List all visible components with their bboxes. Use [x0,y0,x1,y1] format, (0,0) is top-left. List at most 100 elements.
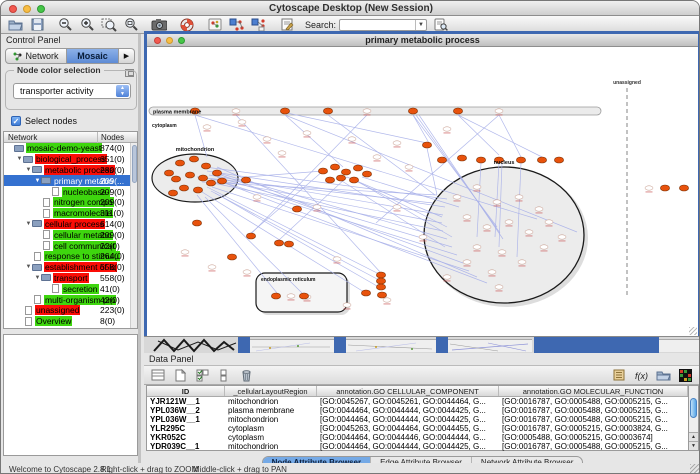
vizmapper-icon[interactable] [207,17,223,32]
graph-node-highlighted[interactable] [171,176,180,182]
search-dropdown-icon[interactable]: ▼ [415,20,426,30]
network-canvas[interactable]: plasma membrane cytoplasm mitochondrion … [147,47,698,335]
graph-node-highlighted[interactable] [217,178,226,184]
tree-expander-icon[interactable]: ▼ [34,275,41,281]
graph-node-unselected[interactable] [303,131,311,135]
graph-edge[interactable] [287,113,427,143]
graph-node-highlighted[interactable] [241,177,250,183]
attribute-table-icon[interactable] [150,368,166,383]
graph-node-highlighted[interactable] [292,206,301,212]
graph-node-highlighted[interactable] [318,168,327,174]
table-row[interactable]: YLR295Ccytoplasm[GO:0045263, GO:0044464,… [147,424,688,433]
graph-node-highlighted[interactable] [376,284,385,290]
tab-mosaic[interactable]: Mosaic [67,48,119,64]
tree-expander-icon[interactable]: ▼ [25,221,32,227]
graph-node-unselected[interactable] [181,250,189,254]
graph-node-highlighted[interactable] [660,185,669,191]
table-scrollbar-thumb[interactable] [690,398,697,418]
graph-edge[interactable] [251,171,323,233]
graph-node-highlighted[interactable] [476,157,485,163]
table-row[interactable]: YDR039C__1mitochondrion[GO:0044464, GO:0… [147,442,688,451]
snapshot-icon[interactable] [151,17,167,32]
help-icon[interactable] [179,17,195,32]
open-file-icon[interactable] [7,17,23,32]
graph-node-unselected[interactable] [263,137,271,141]
background-window-sliver[interactable] [448,339,532,352]
graph-node-highlighted[interactable] [175,160,184,166]
network-tree-row[interactable]: mosaic-demo-yeast874(0) [4,143,137,154]
background-window-sliver[interactable] [346,339,436,352]
zoom-fit-content-icon[interactable] [123,17,139,32]
graph-node-highlighted[interactable] [376,272,385,278]
select-attributes-icon[interactable] [194,368,210,383]
graph-edge[interactable] [458,115,499,155]
attribute-matrix-icon[interactable] [677,368,693,383]
network-tree-row[interactable]: unassigned223(0) [4,305,137,316]
function-builder-icon[interactable]: f(x) [633,368,649,383]
tree-expander-icon[interactable]: ▼ [25,264,32,270]
graph-node-unselected[interactable] [645,186,653,190]
network-tree-row[interactable]: ▼transport558(0) [4,273,137,284]
graph-node-unselected[interactable] [498,250,506,254]
graph-node-highlighted[interactable] [189,156,198,162]
import-attributes-icon[interactable] [655,368,671,383]
apply-layout-icon[interactable] [229,17,245,32]
zoom-in-icon[interactable] [79,17,95,32]
graph-node-unselected[interactable] [463,215,471,219]
graph-edge[interactable] [202,182,437,195]
graph-node-unselected[interactable] [525,230,533,234]
graph-node-highlighted[interactable] [201,163,210,169]
graph-node-unselected[interactable] [473,245,481,249]
attribute-editor-icon[interactable] [611,368,627,383]
scroll-up-icon[interactable]: ▲ [689,432,698,441]
network-tree-row[interactable]: multi-organism pro42(0) [4,294,137,305]
annotation-icon[interactable] [279,17,295,32]
graph-node-unselected[interactable] [419,235,427,239]
network-tree-row[interactable]: Overview8(0) [4,316,137,327]
apply-layout-alt-icon[interactable] [251,17,267,32]
graph-node-highlighted[interactable] [554,157,563,163]
graph-node-unselected[interactable] [253,195,261,199]
graph-edge[interactable] [195,115,537,219]
graph-edge[interactable] [458,115,542,157]
graph-node-highlighted[interactable] [192,220,201,226]
table-row[interactable]: YJR121W__1mitochondrion[GO:0045267, GO:0… [147,397,688,406]
graph-node-highlighted[interactable] [516,157,525,163]
table-column-header[interactable]: annotation.GO MOLECULAR_FUNCTION [499,386,688,396]
graph-node-unselected[interactable] [495,109,503,113]
graph-node-highlighted[interactable] [353,165,362,171]
view-resize-grip[interactable] [689,327,697,335]
background-window-edge[interactable] [334,337,346,354]
graph-node-unselected[interactable] [473,185,481,189]
save-session-icon[interactable] [29,17,45,32]
network-view-titlebar[interactable]: primary metabolic process [147,34,698,47]
graph-node-unselected[interactable] [287,294,295,298]
table-column-header[interactable]: _cellularLayoutRegion [225,386,317,396]
zoom-selected-region-icon[interactable] [101,17,117,32]
graph-node-unselected[interactable] [495,285,503,289]
graph-node-highlighted[interactable] [206,180,215,186]
graph-node-unselected[interactable] [393,205,401,209]
graph-node-highlighted[interactable] [362,171,371,177]
graph-node-unselected[interactable] [232,109,240,113]
background-window-edge[interactable] [436,337,448,354]
graph-edge[interactable] [499,115,521,157]
graph-node-highlighted[interactable] [274,240,283,246]
graph-node-highlighted[interactable] [168,190,177,196]
advanced-search-icon[interactable] [433,17,449,32]
graph-node-highlighted[interactable] [376,278,385,284]
graph-node-highlighted[interactable] [246,233,255,239]
zoom-out-icon[interactable] [57,17,73,32]
select-nodes-checkbox[interactable]: ✓ [11,116,21,126]
graph-node-highlighted[interactable] [185,172,194,178]
graph-node-highlighted[interactable] [408,108,417,114]
network-tree-row[interactable]: ▼cellular process614(0) [4,219,137,230]
background-window-edge[interactable] [534,337,659,354]
graph-node-unselected[interactable] [238,120,246,124]
graph-node-highlighted[interactable] [437,157,446,163]
graph-node-highlighted[interactable] [361,290,370,296]
scroll-down-icon[interactable]: ▼ [689,441,698,450]
network-view-window[interactable]: primary metabolic process plasma me [144,31,700,336]
network-tree-row[interactable]: nucleobase-209(0) [4,186,137,197]
graph-node-highlighted[interactable] [299,293,308,299]
